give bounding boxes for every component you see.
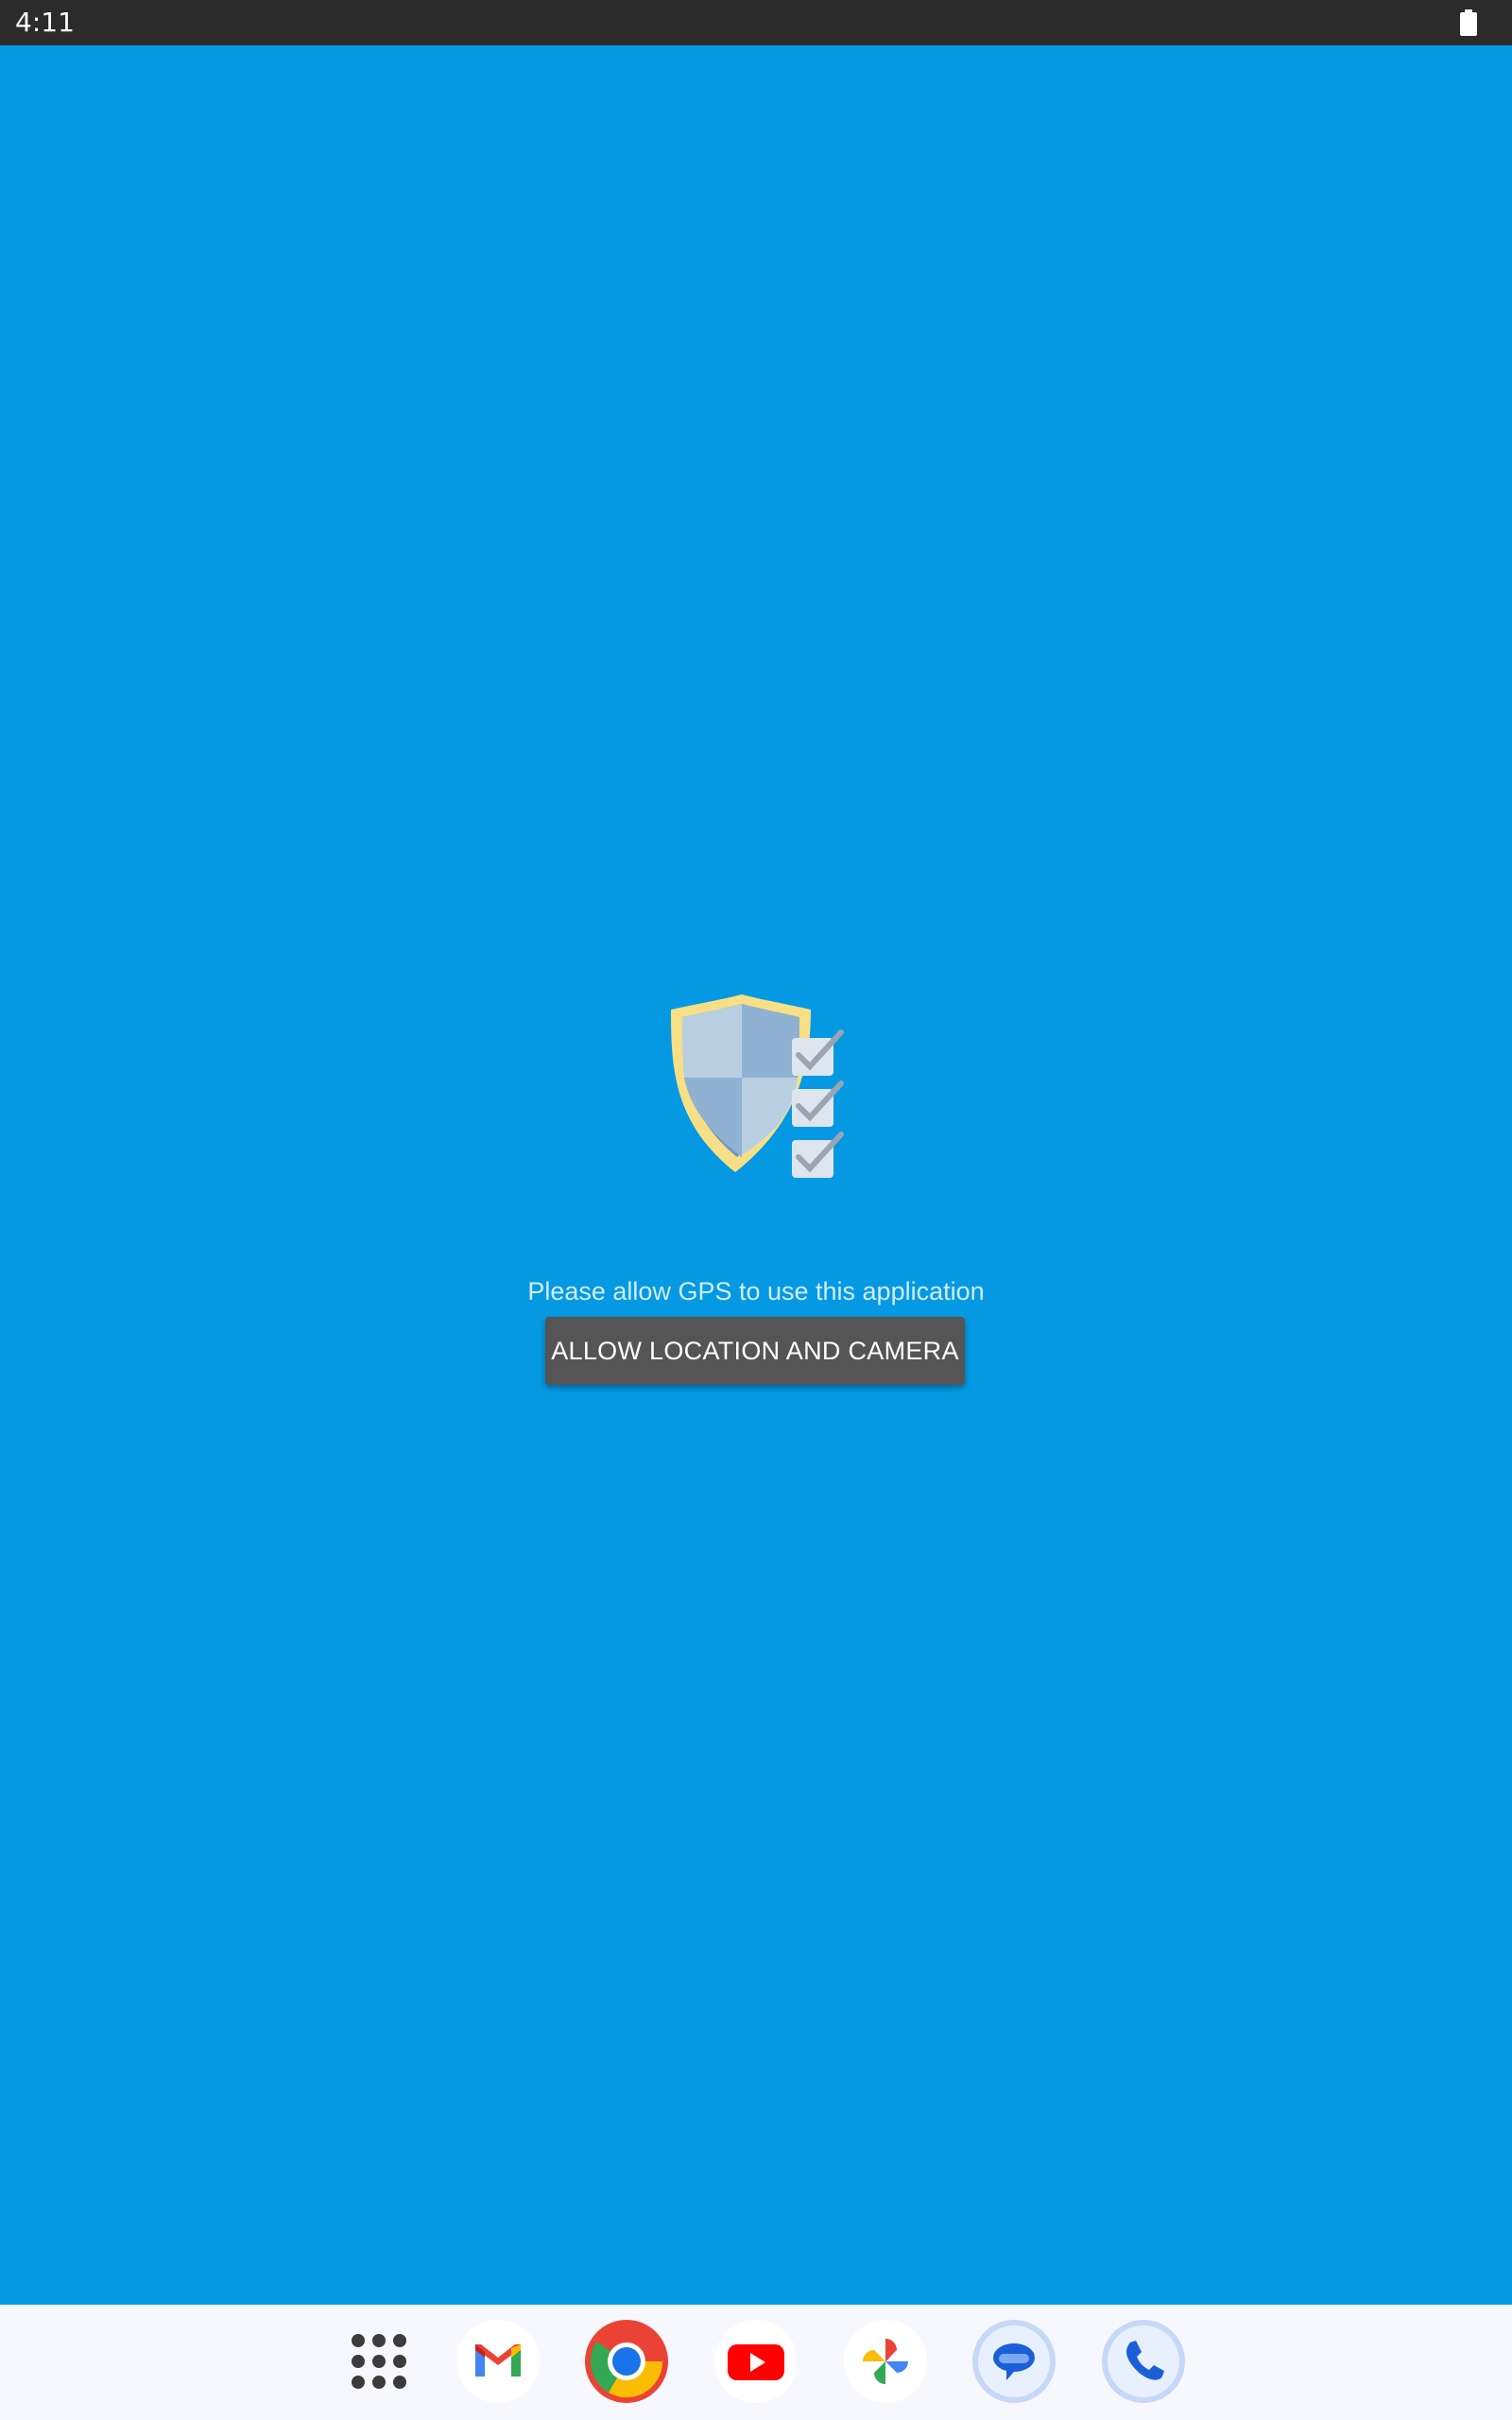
- battery-full-icon: [1460, 9, 1477, 36]
- messages-app-button[interactable]: [971, 2318, 1057, 2405]
- app-drawer-icon: [352, 2334, 406, 2389]
- status-bar: 4:11: [0, 0, 1512, 45]
- main-content: Please allow GPS to use this application…: [0, 45, 1512, 2305]
- gmail-app-button[interactable]: [455, 2318, 541, 2405]
- youtube-app-button[interactable]: [713, 2318, 799, 2405]
- app-screen: 4:11 Please allow GPS to use this applic…: [0, 0, 1512, 2420]
- shield-checklist-icon: [671, 994, 844, 1178]
- youtube-icon: [714, 2320, 798, 2403]
- app-drawer-button[interactable]: [335, 2318, 422, 2405]
- status-time: 4:11: [15, 7, 75, 38]
- app-dock: [0, 2305, 1512, 2420]
- photos-app-button[interactable]: [842, 2318, 929, 2405]
- phone-app-button[interactable]: [1100, 2318, 1187, 2405]
- gmail-icon: [456, 2320, 540, 2403]
- gps-permission-message: Please allow GPS to use this application: [527, 1277, 985, 1305]
- chrome-app-button[interactable]: [583, 2318, 670, 2405]
- chrome-icon: [585, 2320, 668, 2403]
- allow-location-camera-button[interactable]: ALLOW LOCATION AND CAMERA: [545, 1317, 965, 1385]
- messages-icon: [972, 2320, 1056, 2403]
- phone-icon: [1102, 2320, 1185, 2403]
- photos-icon: [844, 2320, 927, 2403]
